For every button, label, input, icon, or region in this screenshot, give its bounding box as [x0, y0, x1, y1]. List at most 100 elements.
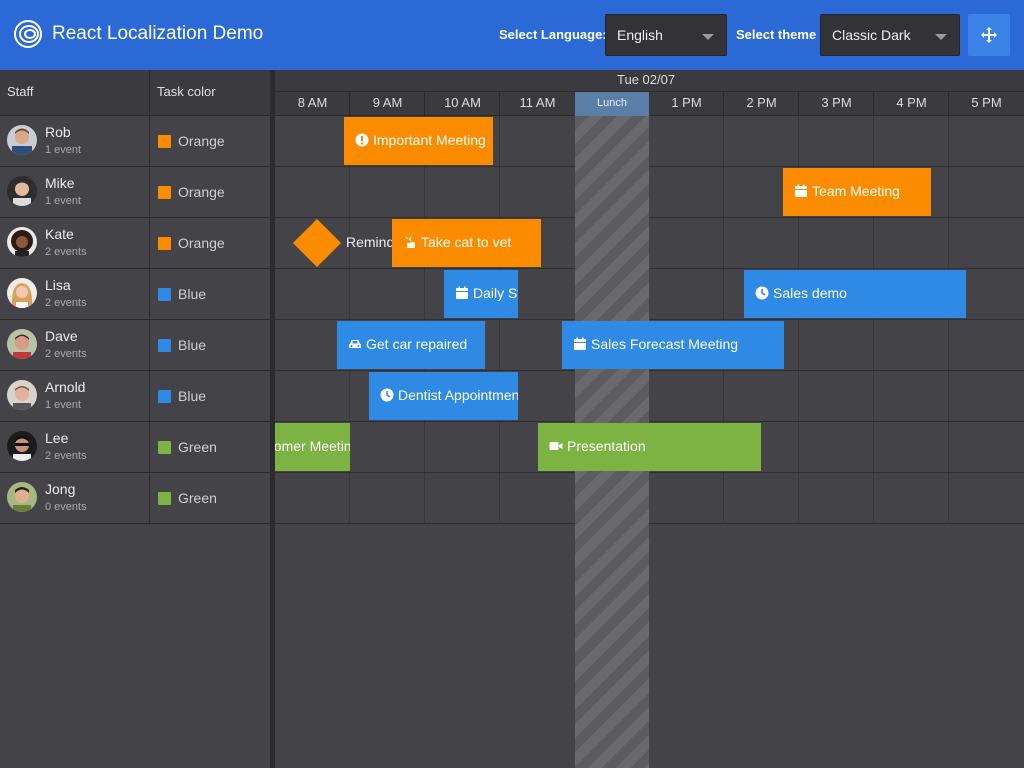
staff-name: Jong	[45, 481, 76, 497]
table-row[interactable]: Kate 2 events Orange	[0, 218, 270, 269]
task-color: Green	[178, 490, 217, 506]
table-row[interactable]: Dave 2 events Blue	[0, 320, 270, 371]
calendar-icon	[456, 286, 468, 299]
app-header: React Localization Demo Select Language:…	[0, 0, 1024, 70]
event-count: 1 event	[45, 399, 82, 411]
color-swatch	[158, 237, 171, 250]
avatar	[7, 431, 37, 461]
hour-label: 1 PM	[671, 95, 702, 110]
chevron-down-icon	[935, 34, 947, 40]
staff-name: Lisa	[45, 277, 71, 293]
event-presentation[interactable]: Presentation	[538, 423, 761, 471]
row-line	[275, 472, 1024, 473]
row-line	[275, 268, 1024, 269]
staff-name: Kate	[45, 226, 74, 242]
language-label: Select Language:	[499, 27, 607, 42]
event-sales-forecast-meeting[interactable]: Sales Forecast Meeting	[562, 321, 784, 369]
table-row[interactable]: Rob 1 event Orange	[0, 116, 270, 167]
event-title: Dentist Appointment	[398, 387, 518, 403]
fullscreen-button[interactable]	[968, 14, 1010, 56]
hour-label: 9 AM	[372, 95, 403, 110]
color-swatch	[158, 339, 171, 352]
task-color: Blue	[178, 337, 207, 353]
event-take-cat-to-vet[interactable]: Take cat to vet	[392, 219, 541, 267]
event-get-car-repaired[interactable]: Get car repaired	[337, 321, 485, 369]
event-team-meeting[interactable]: Team Meeting	[783, 168, 931, 216]
row-line	[275, 319, 1024, 320]
clock-icon	[380, 388, 394, 402]
event-count: 2 events	[45, 348, 87, 360]
table-row[interactable]: Arnold 1 event Blue	[0, 371, 270, 422]
event-count: 0 events	[45, 501, 87, 513]
language-select[interactable]: English	[605, 14, 727, 56]
scheduler-timeline: Tue 02/07 Lunch 8 AM 9 AM 10 AM 11 AM 1 …	[275, 70, 1024, 768]
hour-label: 8 AM	[297, 95, 328, 110]
hour-divider	[948, 92, 949, 116]
avatar	[7, 329, 37, 359]
color-swatch	[158, 288, 171, 301]
row-line	[275, 421, 1024, 422]
grid-header: Staff Task color	[0, 70, 270, 116]
video-camera-icon	[549, 442, 563, 450]
calendar-icon	[795, 184, 807, 197]
table-row[interactable]: Lisa 2 events Blue	[0, 269, 270, 320]
task-color: Blue	[178, 286, 207, 302]
row-line	[275, 217, 1024, 218]
task-color: Green	[178, 439, 217, 455]
lunch-label: Lunch	[597, 97, 627, 109]
grid-line	[499, 116, 500, 524]
table-row[interactable]: Lee 2 events Green	[0, 422, 270, 473]
event-count: 2 events	[45, 297, 87, 309]
event-dentist-appointment[interactable]: Dentist Appointment	[369, 372, 518, 420]
event-count: 2 events	[45, 246, 87, 258]
reminder-milestone[interactable]	[292, 218, 342, 268]
staff-name: Dave	[45, 328, 78, 344]
event-sales-demo[interactable]: Sales demo	[744, 270, 966, 318]
staff-name: Lee	[45, 430, 69, 446]
event-daily-standup[interactable]: Daily Stand-up	[444, 270, 518, 318]
event-title: Presentation	[567, 438, 646, 454]
theme-select[interactable]: Classic Dark	[820, 14, 960, 56]
staff-grid: Staff Task color Rob 1 event Orange Mike…	[0, 70, 270, 768]
event-title: Sales demo	[773, 285, 847, 301]
hour-divider	[424, 92, 425, 116]
task-color: Orange	[178, 184, 225, 200]
event-title: Get car repaired	[366, 336, 468, 352]
event-title: Team Meeting	[812, 183, 900, 199]
event-count: 1 event	[45, 195, 82, 207]
date-header: Tue 02/07	[275, 70, 1024, 92]
hour-label: 10 AM	[444, 95, 481, 110]
hour-divider	[499, 92, 500, 116]
color-swatch	[158, 492, 171, 505]
event-count: 2 events	[45, 450, 87, 462]
event-title: Important Meeting	[373, 132, 486, 148]
task-color: Blue	[178, 388, 207, 404]
hour-label: 11 AM	[519, 95, 556, 110]
avatar	[7, 482, 37, 512]
grid-line	[948, 116, 949, 524]
avatar	[7, 380, 37, 410]
hour-divider	[349, 92, 350, 116]
exclamation-circle-icon	[355, 133, 369, 147]
hour-label: 2 PM	[746, 95, 777, 110]
event-title: Sales Forecast Meeting	[591, 336, 739, 352]
table-row[interactable]: Jong 0 events Green	[0, 473, 270, 524]
color-swatch	[158, 441, 171, 454]
event-title: Take cat to vet	[421, 234, 512, 250]
event-important-meeting[interactable]: Important Meeting	[344, 117, 493, 165]
event-customer-meeting[interactable]: Customer Meeting	[275, 423, 350, 471]
logo-icon	[14, 20, 42, 48]
staff-column-header[interactable]: Staff	[7, 84, 34, 99]
row-line	[275, 523, 1024, 524]
avatar	[7, 278, 37, 308]
event-title: Daily Stand-up	[473, 285, 518, 301]
avatar	[7, 125, 37, 155]
grid-line	[424, 116, 425, 524]
task-color: Orange	[178, 235, 225, 251]
table-row[interactable]: Mike 1 event Orange	[0, 167, 270, 218]
event-count: 1 event	[45, 144, 82, 156]
schedule-body[interactable]: Important Meeting Team Meeting Reminder …	[275, 116, 1024, 768]
language-select-value: English	[617, 27, 663, 43]
task-color-column-header[interactable]: Task color	[157, 84, 216, 99]
staff-name: Mike	[45, 175, 75, 191]
